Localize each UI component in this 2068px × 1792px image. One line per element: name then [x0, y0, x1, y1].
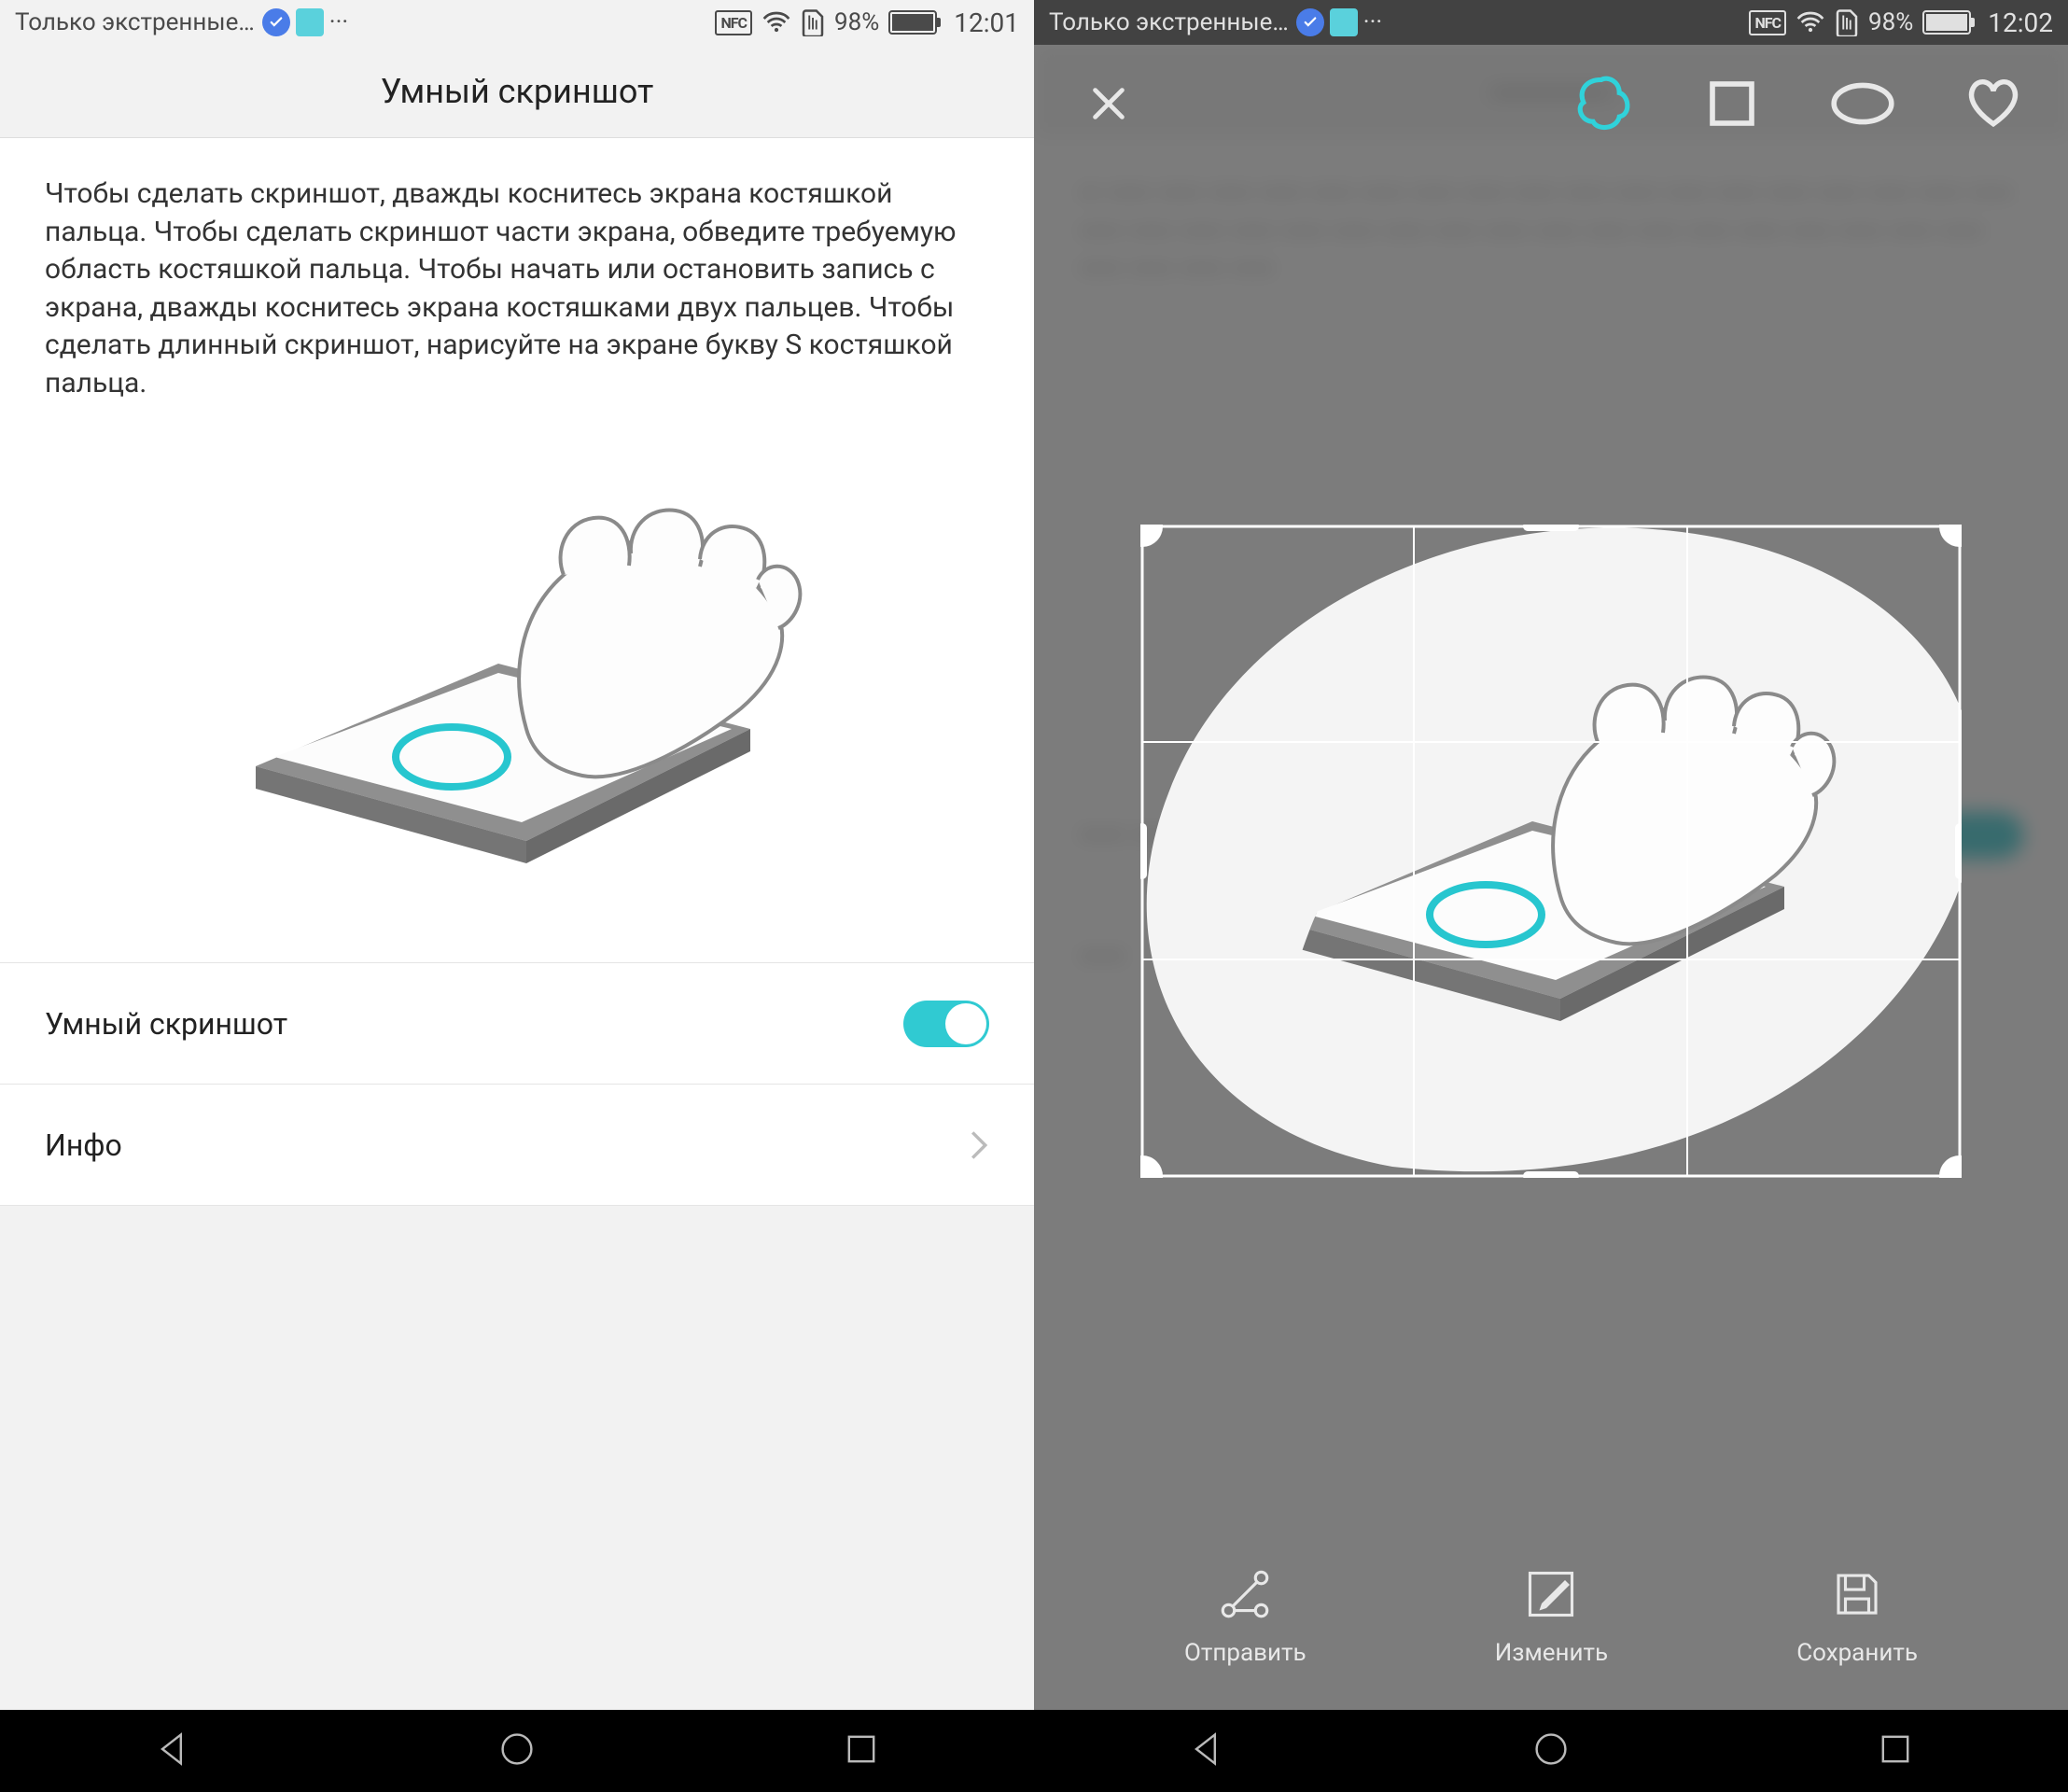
crop-selection[interactable]: [1140, 525, 1962, 1178]
app-notification-icon: [1330, 8, 1358, 36]
share-label: Отправить: [1184, 1639, 1306, 1667]
status-bar: Только экстренные… ··· NFC 98% 12:01: [0, 0, 1034, 45]
info-row[interactable]: Инфо: [0, 1085, 1034, 1206]
edit-icon: [1523, 1566, 1579, 1622]
battery-icon: [1922, 10, 1971, 35]
edit-button[interactable]: Изменить: [1495, 1566, 1608, 1667]
notification-icons: ···: [262, 8, 348, 36]
nav-recent-button[interactable]: [841, 1729, 882, 1773]
smart-screenshot-toggle[interactable]: [903, 1001, 989, 1047]
editor-bottom-actions: Отправить Изменить Сохранить: [1034, 1523, 2068, 1710]
save-label: Сохранить: [1796, 1639, 1918, 1667]
smart-screenshot-toggle-row[interactable]: Умный скриншот: [0, 963, 1034, 1085]
shape-freeform-button[interactable]: [1564, 66, 1639, 141]
smart-screenshot-toggle-label: Умный скриншот: [45, 1006, 903, 1042]
navigation-bar: [1034, 1710, 2068, 1792]
nav-recent-button[interactable]: [1875, 1729, 1916, 1773]
carrier-label: Только экстренные…: [15, 8, 255, 36]
screen-screenshot-editor: ------------- — —— —— —— —— —— —— —— —— …: [1034, 0, 2068, 1792]
shape-selector: [1564, 66, 2031, 141]
status-clock: 12:02: [1988, 7, 2053, 38]
wifi-icon: [762, 10, 791, 35]
page-title-text: Умный скриншот: [381, 72, 654, 111]
screen-settings: Только экстренные… ··· NFC 98% 12:01 Умн…: [0, 0, 1034, 1792]
share-icon: [1217, 1566, 1273, 1622]
checkmark-icon: [1296, 8, 1324, 36]
status-clock: 12:01: [954, 7, 1019, 38]
nav-home-button[interactable]: [496, 1729, 538, 1773]
save-button[interactable]: Сохранить: [1796, 1566, 1918, 1667]
status-bar: Только экстренные… ··· NFC 98% 12:02: [1034, 0, 2068, 45]
status-right-icons: NFC 98% 12:02: [1749, 7, 2053, 38]
editor-top-toolbar: [1034, 45, 2068, 161]
nav-home-button[interactable]: [1530, 1729, 1572, 1773]
edit-label: Изменить: [1495, 1639, 1608, 1667]
wifi-icon: [1796, 10, 1825, 35]
page-title: Умный скриншот: [0, 45, 1034, 138]
shape-rectangle-button[interactable]: [1695, 66, 1769, 141]
close-button[interactable]: [1071, 66, 1146, 141]
info-row-label: Инфо: [45, 1127, 969, 1163]
nav-back-button[interactable]: [1186, 1729, 1227, 1773]
crop-frame[interactable]: [1140, 525, 1962, 1178]
battery-percent: 98%: [1868, 8, 1913, 36]
info-card: Чтобы сделать скриншот, дважды коснитесь…: [0, 138, 1034, 963]
nfc-icon: NFC: [715, 10, 752, 35]
checkmark-icon: [262, 8, 290, 36]
battery-percent: 98%: [834, 8, 879, 36]
chevron-right-icon: [969, 1129, 989, 1161]
sim-icon: [1835, 8, 1859, 36]
carrier-label: Только экстренные…: [1049, 8, 1289, 36]
app-notification-icon: [296, 8, 324, 36]
sim-icon: [801, 8, 825, 36]
knuckle-illustration: [45, 440, 989, 925]
smart-screenshot-description: Чтобы сделать скриншот, дважды коснитесь…: [45, 175, 989, 402]
shape-heart-button[interactable]: [1956, 66, 2031, 141]
navigation-bar: [0, 1710, 1034, 1792]
more-notifications-icon: ···: [1363, 8, 1382, 36]
share-button[interactable]: Отправить: [1184, 1566, 1306, 1667]
save-icon: [1829, 1566, 1885, 1622]
nav-back-button[interactable]: [152, 1729, 193, 1773]
battery-icon: [888, 10, 937, 35]
status-right-icons: NFC 98% 12:01: [715, 7, 1019, 38]
more-notifications-icon: ···: [329, 8, 348, 36]
notification-icons: ···: [1296, 8, 1382, 36]
nfc-icon: NFC: [1749, 10, 1786, 35]
shape-oval-button[interactable]: [1825, 66, 1900, 141]
